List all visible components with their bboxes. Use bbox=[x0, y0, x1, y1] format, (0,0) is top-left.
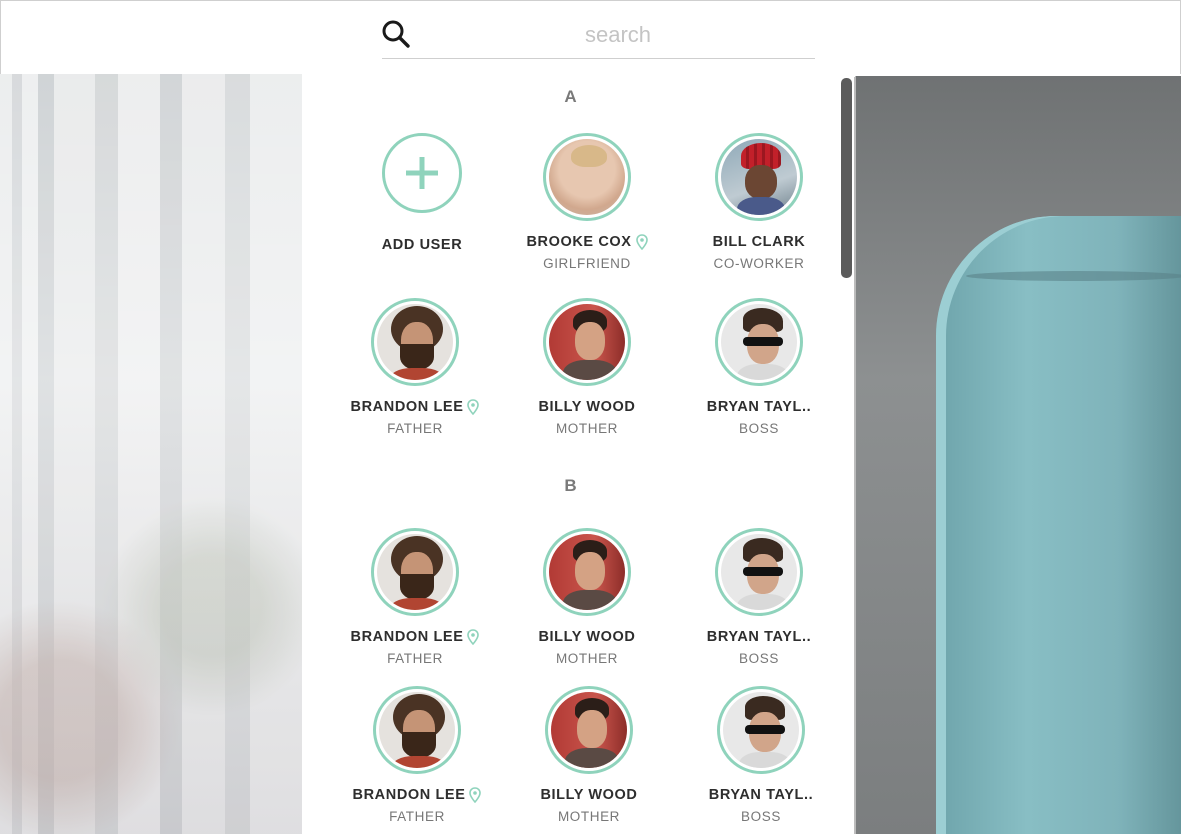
contact-name: BRANDON LEE bbox=[350, 399, 464, 415]
avatar[interactable] bbox=[543, 133, 631, 221]
contact-card[interactable]: BRYAN TAYL.. BOSS bbox=[673, 528, 840, 666]
avatar-photo-bryan bbox=[721, 534, 797, 610]
section-header-b: B bbox=[564, 476, 578, 495]
avatar[interactable] bbox=[373, 686, 461, 774]
contact-card[interactable]: BRANDON LEE FATHER bbox=[329, 298, 501, 436]
contact-card[interactable]: BRANDON LEE FATHER bbox=[329, 528, 501, 666]
section-header-a: A bbox=[564, 87, 578, 106]
avatar-photo-brandon bbox=[379, 692, 455, 768]
contact-card[interactable]: BILL CLARK CO-WORKER bbox=[673, 133, 840, 271]
contact-relation: MOTHER bbox=[555, 651, 619, 666]
add-user-label: ADD USER bbox=[381, 237, 463, 253]
contact-relation: FATHER bbox=[389, 809, 445, 824]
contact-relation: CO-WORKER bbox=[713, 256, 805, 271]
contact-name-row: BILLY WOOD bbox=[501, 628, 673, 646]
contact-list-panel[interactable]: A ADD USER BROOKE COX GIRLFRIEND BILL CL… bbox=[302, 74, 840, 834]
contact-name: BRYAN TAYL.. bbox=[708, 787, 814, 803]
background-mailbox-photo bbox=[855, 76, 1181, 834]
location-pin-icon bbox=[469, 787, 482, 803]
contact-card[interactable]: BILLY WOOD MOTHER bbox=[503, 686, 675, 824]
search-icon[interactable] bbox=[381, 19, 411, 49]
scrollbar-thumb[interactable] bbox=[841, 78, 852, 278]
avatar[interactable] bbox=[371, 298, 459, 386]
avatar-photo-bryan bbox=[721, 304, 797, 380]
contact-relation: MOTHER bbox=[555, 421, 619, 436]
avatar-photo-billy bbox=[549, 304, 625, 380]
add-user-button[interactable]: ADD USER bbox=[336, 133, 508, 253]
avatar[interactable] bbox=[715, 133, 803, 221]
contact-name: BRANDON LEE bbox=[350, 629, 464, 645]
contact-relation: FATHER bbox=[387, 421, 443, 436]
mailbox-image bbox=[936, 216, 1181, 834]
contact-card[interactable]: BRYAN TAYL.. BOSS bbox=[673, 298, 840, 436]
avatar[interactable] bbox=[715, 298, 803, 386]
contact-name: BILLY WOOD bbox=[538, 399, 636, 415]
contact-card[interactable]: BILLY WOOD MOTHER bbox=[501, 298, 673, 436]
contact-card[interactable]: BILLY WOOD MOTHER bbox=[501, 528, 673, 666]
location-pin-icon bbox=[467, 629, 480, 645]
contact-name-row: BRYAN TAYL.. bbox=[673, 628, 840, 646]
contact-name: BILLY WOOD bbox=[538, 629, 636, 645]
contact-relation: GIRLFRIEND bbox=[543, 256, 631, 271]
avatar-photo-bill bbox=[721, 139, 797, 215]
contact-name-row: BRYAN TAYL.. bbox=[675, 786, 840, 804]
mailbox-band bbox=[966, 271, 1181, 281]
contact-relation: BOSS bbox=[739, 421, 779, 436]
contact-name: BRANDON LEE bbox=[352, 787, 466, 803]
contact-relation: FATHER bbox=[387, 651, 443, 666]
avatar-photo-brandon bbox=[377, 304, 453, 380]
background-left-blur bbox=[0, 74, 302, 834]
contact-relation: MOTHER bbox=[557, 809, 621, 824]
avatar[interactable] bbox=[717, 686, 805, 774]
avatar[interactable] bbox=[543, 298, 631, 386]
contact-card[interactable]: BRANDON LEE FATHER bbox=[331, 686, 503, 824]
contact-name: BROOKE COX bbox=[526, 234, 632, 250]
avatar[interactable] bbox=[543, 528, 631, 616]
contact-relation: BOSS bbox=[739, 651, 779, 666]
avatar-photo-brooke bbox=[549, 139, 625, 215]
contact-relation: BOSS bbox=[741, 809, 781, 824]
avatar[interactable] bbox=[715, 528, 803, 616]
contact-name-row: BRANDON LEE bbox=[329, 628, 501, 646]
avatar-photo-billy bbox=[551, 692, 627, 768]
contact-name: BRYAN TAYL.. bbox=[706, 399, 812, 415]
contact-card[interactable]: BROOKE COX GIRLFRIEND bbox=[501, 133, 673, 271]
avatar[interactable] bbox=[371, 528, 459, 616]
contact-name-row: BRANDON LEE bbox=[329, 398, 501, 416]
avatar-photo-bryan bbox=[723, 692, 799, 768]
contact-name-row: BILL CLARK bbox=[673, 233, 840, 251]
contact-name: BILL CLARK bbox=[712, 234, 806, 250]
location-pin-icon bbox=[467, 399, 480, 415]
contact-name-row: BILLY WOOD bbox=[503, 786, 675, 804]
contact-name-row: BRYAN TAYL.. bbox=[673, 398, 840, 416]
contact-name: BRYAN TAYL.. bbox=[706, 629, 812, 645]
top-bar bbox=[0, 0, 1181, 74]
contact-card[interactable]: BRYAN TAYL.. BOSS bbox=[675, 686, 840, 824]
search-underline bbox=[382, 58, 815, 59]
location-pin-icon bbox=[635, 234, 648, 250]
plus-icon bbox=[406, 157, 438, 189]
search-input[interactable] bbox=[421, 15, 815, 55]
avatar-photo-billy bbox=[549, 534, 625, 610]
avatar[interactable] bbox=[545, 686, 633, 774]
contact-name: BILLY WOOD bbox=[540, 787, 638, 803]
contact-name-row: BRANDON LEE bbox=[331, 786, 503, 804]
avatar-photo-brandon bbox=[377, 534, 453, 610]
add-user-circle[interactable] bbox=[382, 133, 462, 213]
contact-name-row: BILLY WOOD bbox=[501, 398, 673, 416]
contact-name-row: BROOKE COX bbox=[501, 233, 673, 251]
